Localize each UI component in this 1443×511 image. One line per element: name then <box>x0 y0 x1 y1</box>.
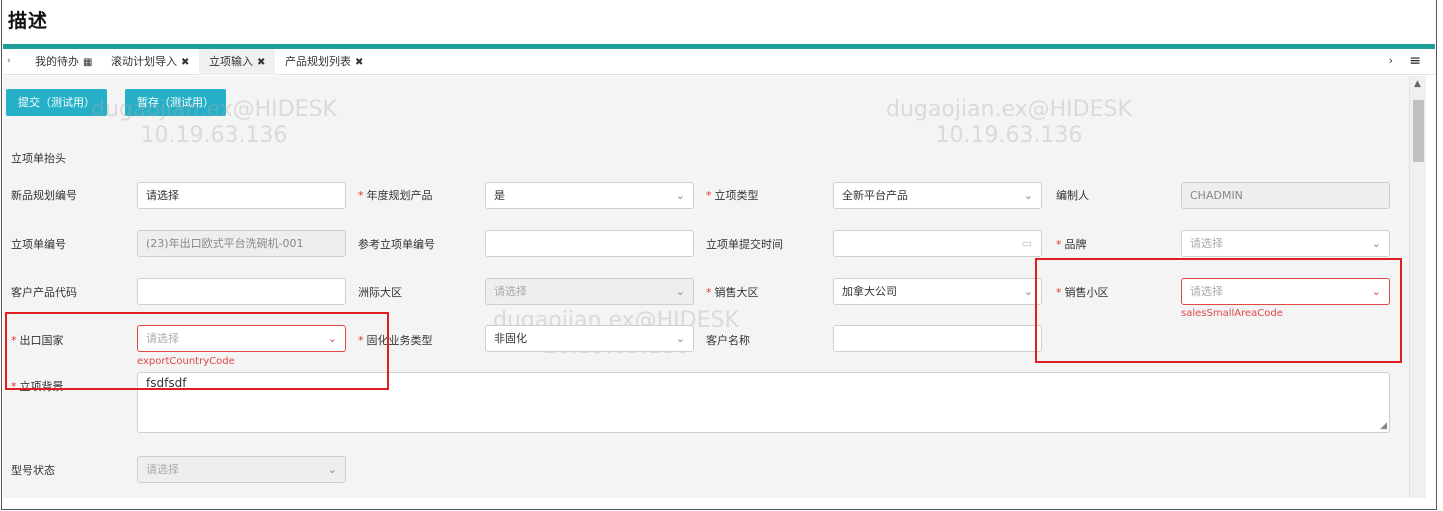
annotation-highlight-box <box>5 312 389 390</box>
scrollbar-thumb[interactable] <box>1413 100 1424 162</box>
tab-rolling-plan-import[interactable]: 滚动计划导入 ✖ <box>101 49 199 75</box>
ref-project-no-input[interactable] <box>485 230 694 257</box>
sales-region-select[interactable]: 加拿大公司 ⌄ <box>833 278 1042 305</box>
editor-label: 编制人 <box>1056 189 1089 202</box>
customer-name-label: 客户名称 <box>706 334 750 347</box>
annual-plan-product-label: * 年度规划产品 <box>358 189 433 202</box>
brand-label: * 品牌 <box>1056 238 1087 251</box>
tab-my-todo[interactable]: 我的待办 ▦ <box>25 49 102 75</box>
close-icon[interactable]: ✖ <box>355 57 363 68</box>
sales-region-label: * 销售大区 <box>706 286 759 299</box>
chevron-down-icon: ⌄ <box>1371 237 1381 250</box>
submit-test-button[interactable]: 提交（测试用） <box>6 89 107 116</box>
customer-product-code-input[interactable] <box>137 278 346 305</box>
page-title: 描述 <box>8 10 49 32</box>
tab-project-input[interactable]: 立项输入 ✖ <box>199 49 276 75</box>
continent-label: 洲际大区 <box>358 286 402 299</box>
resize-handle-icon[interactable]: ◢ <box>1380 421 1387 431</box>
solidify-type-select[interactable]: 非固化 ⌄ <box>485 325 694 352</box>
project-type-label: * 立项类型 <box>706 189 759 202</box>
watermark: dugaojian.ex@HIDESK 10.19.63.136 <box>886 97 1132 148</box>
submit-time-date-picker[interactable]: ▭ <box>833 230 1042 257</box>
tab-scroll-left-icon[interactable]: ‹ <box>7 56 11 66</box>
calendar-icon: ▭ <box>1021 237 1032 250</box>
tab-scroll-right-icon[interactable]: › <box>1389 54 1393 67</box>
chevron-down-icon: ⌄ <box>675 189 685 202</box>
chevron-down-icon: ⌄ <box>675 285 685 298</box>
customer-name-input[interactable] <box>833 325 1042 352</box>
customer-product-code-label: 客户产品代码 <box>11 286 77 299</box>
save-draft-test-button[interactable]: 暂存（测试用） <box>125 89 226 116</box>
annual-plan-product-select[interactable]: 是 ⌄ <box>485 182 694 209</box>
tab-label: 产品规划列表 <box>285 55 351 68</box>
menu-icon[interactable]: ≡ <box>1409 53 1421 69</box>
ref-project-no-label: 参考立项单编号 <box>358 238 435 251</box>
new-plan-no-input[interactable]: 请选择 <box>137 182 346 209</box>
chevron-down-icon: ⌄ <box>327 463 337 476</box>
section-title: 立项单抬头 <box>11 152 66 165</box>
brand-select[interactable]: 请选择 ⌄ <box>1181 230 1390 257</box>
calendar-icon: ▦ <box>83 57 93 68</box>
tab-label: 滚动计划导入 <box>111 55 177 68</box>
submit-time-label: 立项单提交时间 <box>706 238 783 251</box>
chevron-down-icon: ⌄ <box>1023 189 1033 202</box>
vertical-scrollbar[interactable]: ▲ <box>1409 76 1426 498</box>
close-icon[interactable]: ✖ <box>257 57 265 68</box>
chevron-down-icon: ⌄ <box>1023 285 1033 298</box>
scroll-up-icon[interactable]: ▲ <box>1414 79 1421 89</box>
tab-bar: ‹ 我的待办 ▦ 滚动计划导入 ✖ 立项输入 ✖ 产品规划列表 ✖ › ≡ <box>3 49 1435 75</box>
tab-product-plan-list[interactable]: 产品规划列表 ✖ <box>275 49 373 75</box>
annotation-highlight-box <box>1035 258 1402 363</box>
tab-label: 立项输入 <box>209 55 253 68</box>
chevron-down-icon: ⌄ <box>675 332 685 345</box>
editor-input: CHADMIN <box>1181 182 1390 209</box>
project-no-input: (23)年出口欧式平台洗碗机-001 <box>137 230 346 257</box>
new-plan-no-label: 新品规划编号 <box>11 189 77 202</box>
project-type-select[interactable]: 全新平台产品 ⌄ <box>833 182 1042 209</box>
tab-label: 我的待办 <box>35 55 79 68</box>
model-status-select: 请选择 ⌄ <box>137 456 346 483</box>
project-no-label: 立项单编号 <box>11 238 66 251</box>
continent-select: 请选择 ⌄ <box>485 278 694 305</box>
model-status-label: 型号状态 <box>11 464 55 477</box>
close-icon[interactable]: ✖ <box>181 57 189 68</box>
